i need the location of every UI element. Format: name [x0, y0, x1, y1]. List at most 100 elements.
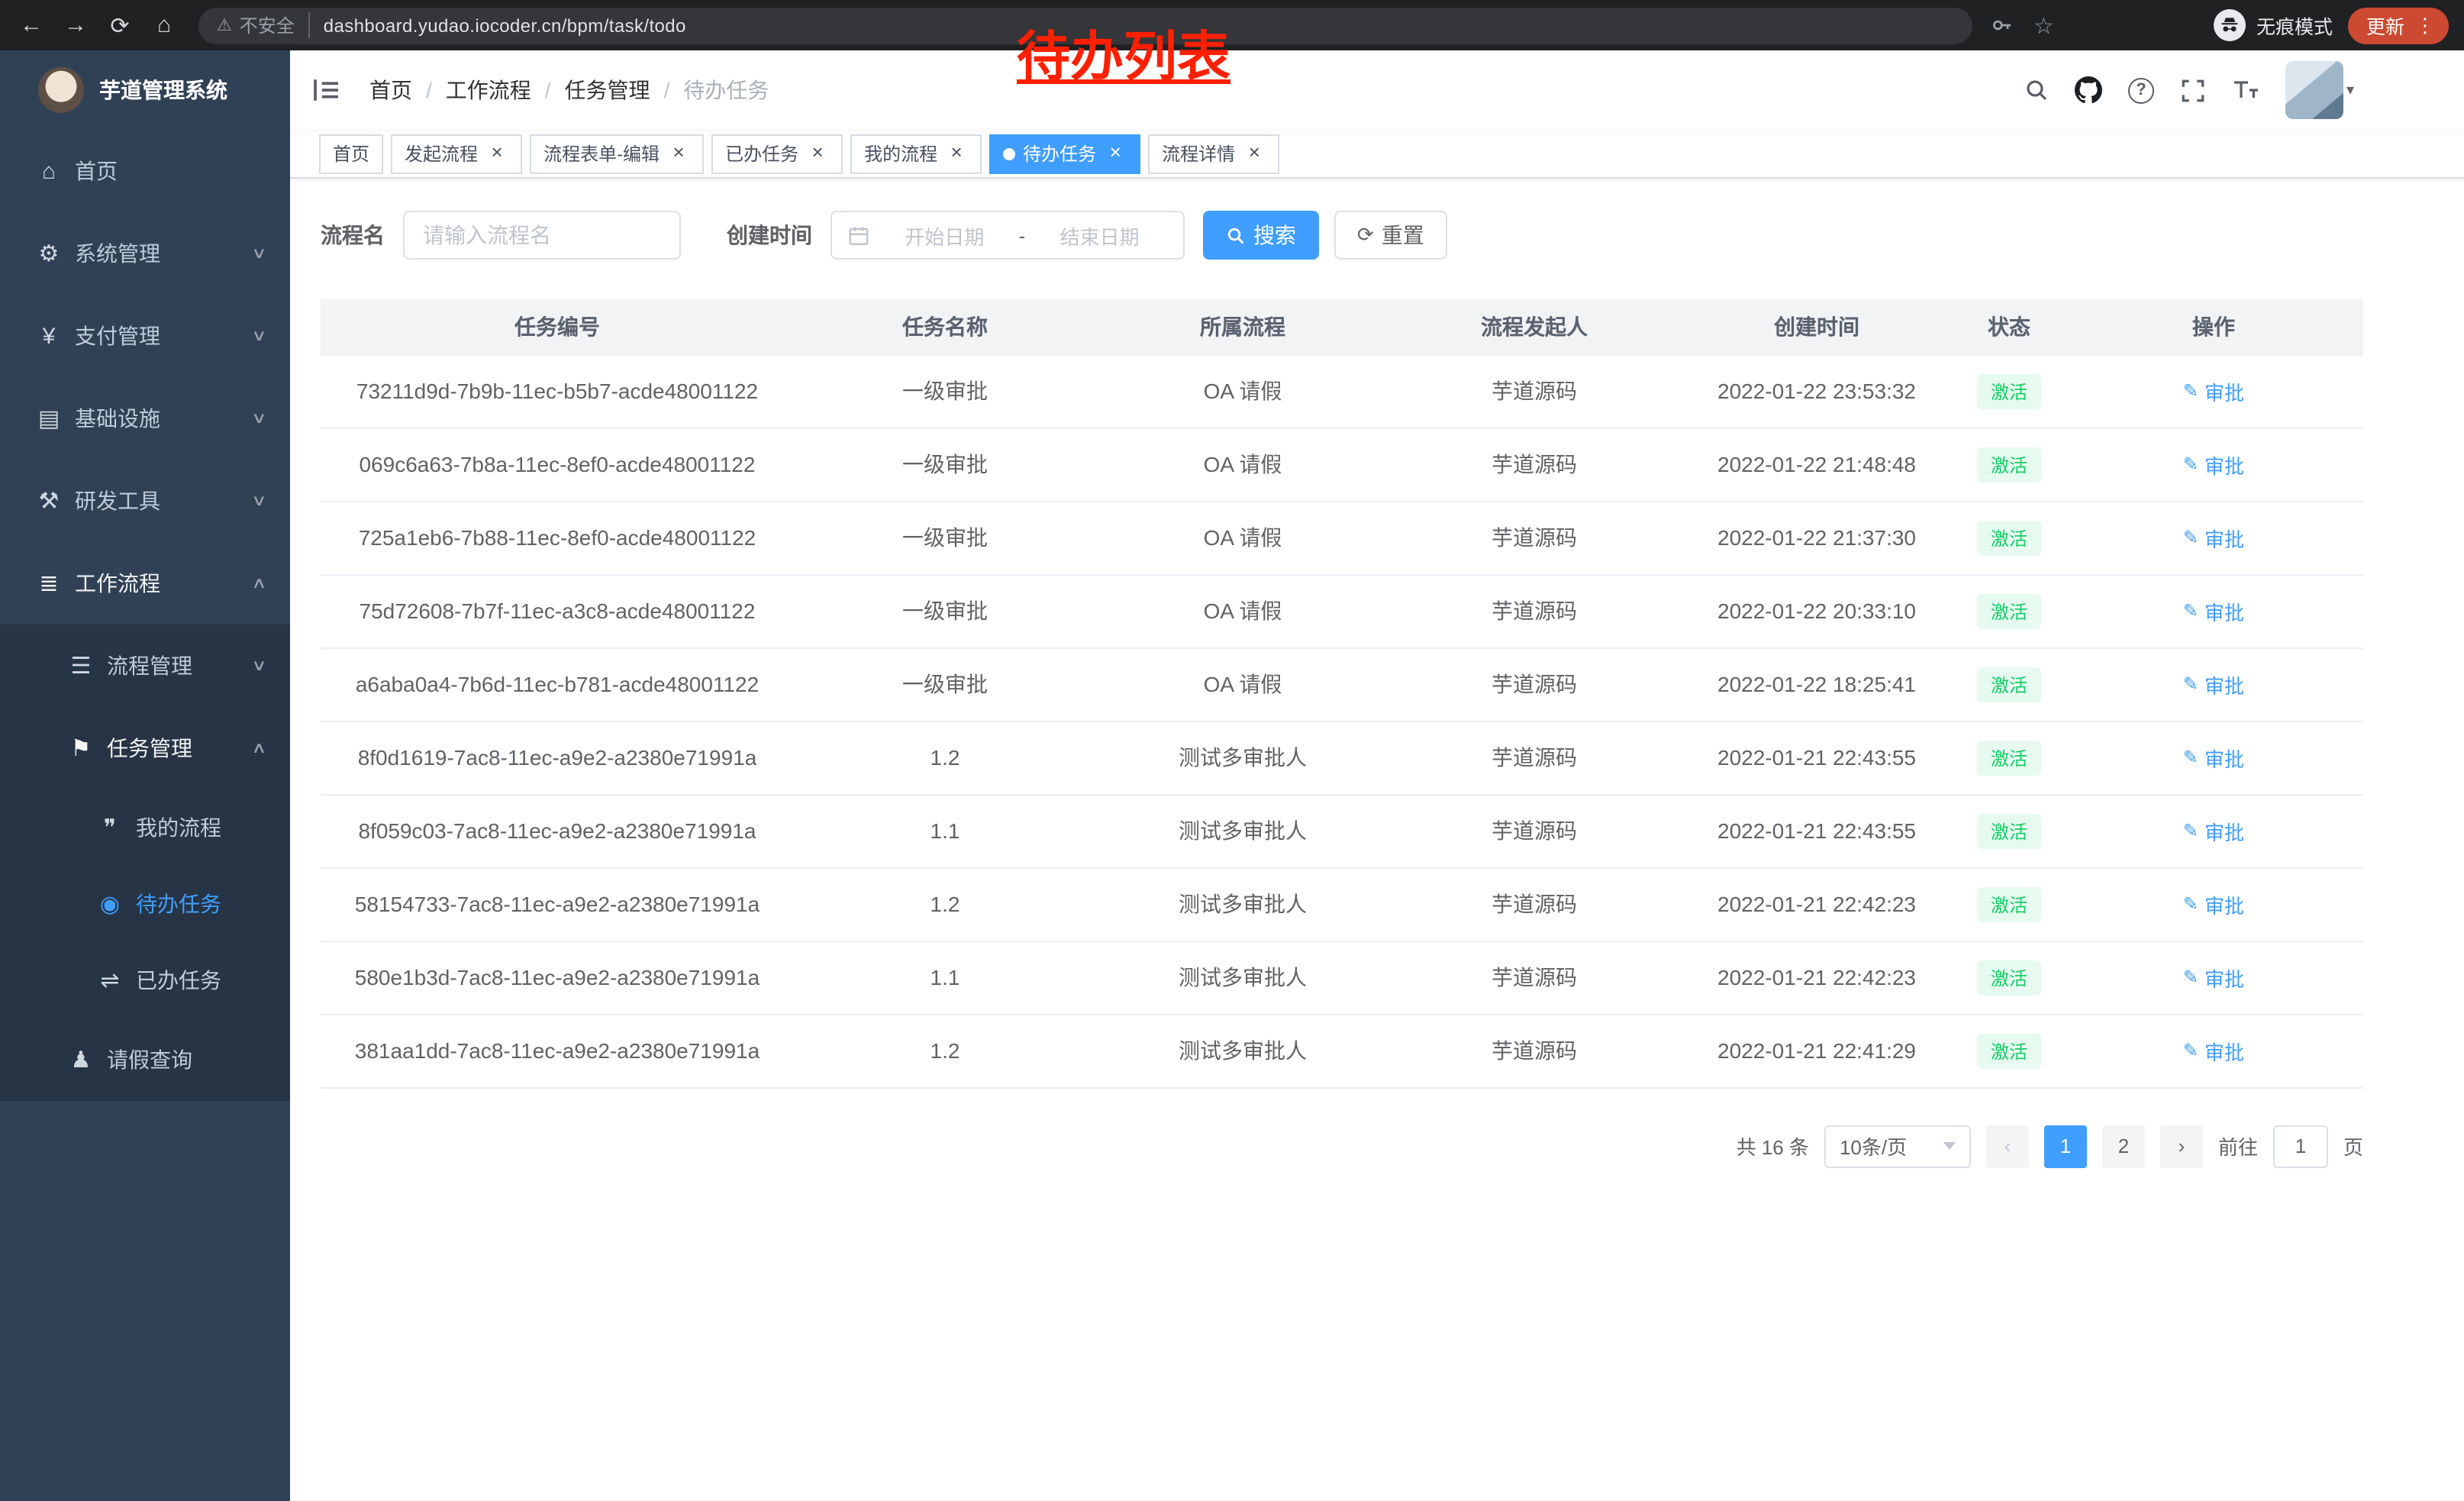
approve-link[interactable]: ✎ 审批 — [2183, 670, 2244, 699]
close-icon[interactable]: × — [1243, 142, 1266, 165]
security-chip[interactable]: ⚠ 不安全 — [217, 12, 310, 38]
page-number-button[interactable]: 1 — [2044, 1125, 2087, 1167]
table-row: 580e1b3d-7ac8-11ec-a9e2-a2380e71991a 1.1… — [321, 941, 2363, 1014]
font-size-icon[interactable] — [2232, 78, 2259, 102]
tab[interactable]: 流程详情 × — [1148, 134, 1279, 173]
approve-link[interactable]: ✎ 审批 — [2183, 889, 2244, 918]
reset-button[interactable]: ⟳ 重置 — [1334, 211, 1447, 260]
help-icon[interactable]: ? — [2128, 77, 2154, 103]
fullscreen-icon[interactable] — [2180, 77, 2206, 103]
approve-link[interactable]: ✎ 审批 — [2183, 963, 2244, 992]
column-header: 创建时间 — [1679, 299, 1954, 354]
table-row: 725a1eb6-7b88-11ec-8ef0-acde48001122 一级审… — [321, 501, 2363, 574]
bookmark-star-icon[interactable]: ☆ — [2033, 11, 2054, 39]
sidebar-item-leave-query[interactable]: ♟ 请假查询 — [0, 1018, 290, 1101]
user-avatar[interactable]: ▾ — [2285, 61, 2354, 119]
page-size-select[interactable]: 10条/页 — [1824, 1125, 1971, 1167]
approve-link[interactable]: ✎ 审批 — [2183, 450, 2244, 479]
tab[interactable]: 待办任务 × — [989, 134, 1140, 173]
breadcrumb-item: 待办任务 — [683, 75, 769, 105]
next-page-button[interactable]: › — [2160, 1125, 2203, 1167]
cell-initiator: 芋道源码 — [1389, 647, 1679, 721]
tab[interactable]: 已办任务 × — [711, 134, 843, 173]
sidebar-item-payment[interactable]: ¥ 支付管理 ∨ — [0, 295, 290, 377]
tab-bar: 首页 发起流程 × 流程表单-编辑 × 已办任务 — [290, 130, 2464, 179]
breadcrumb-item[interactable]: 工作流程 / — [446, 75, 565, 105]
tab[interactable]: 发起流程 × — [391, 134, 522, 173]
gear-icon: ⚙ — [31, 240, 67, 267]
close-icon[interactable]: × — [1104, 142, 1127, 165]
sidebar-item-home[interactable]: ⌂ 首页 — [0, 130, 290, 212]
tab-label: 发起流程 — [405, 140, 478, 166]
cell-process: 测试多审批人 — [1096, 1014, 1389, 1087]
page-number-button[interactable]: 2 — [2102, 1125, 2145, 1167]
table-row: 069c6a63-7b8a-11ec-8ef0-acde48001122 一级审… — [321, 428, 2363, 501]
collapse-sidebar-icon[interactable] — [311, 73, 345, 107]
browser-menu-dots-icon[interactable]: ⋮ — [2415, 13, 2435, 37]
cell-created: 2022-01-22 21:37:30 — [1679, 501, 1954, 574]
close-icon[interactable]: × — [806, 142, 829, 165]
approve-link[interactable]: ✎ 审批 — [2183, 816, 2244, 845]
approve-link[interactable]: ✎ 审批 — [2183, 523, 2244, 552]
cell-created: 2022-01-21 22:43:55 — [1679, 721, 1954, 794]
address-bar[interactable]: ⚠ 不安全 dashboard.yudao.iocoder.cn/bpm/tas… — [198, 7, 1972, 44]
edit-icon: ✎ — [2183, 527, 2198, 548]
cell-task-name: 一级审批 — [794, 574, 1096, 647]
sidebar-item-todo-tasks[interactable]: ◉ 待办任务 — [0, 866, 290, 942]
column-header: 流程发起人 — [1389, 299, 1679, 354]
cell-initiator: 芋道源码 — [1389, 721, 1679, 794]
goto-page-input[interactable] — [2273, 1125, 2328, 1167]
sidebar-item-process-management[interactable]: ☰ 流程管理 ∨ — [0, 625, 290, 707]
tab[interactable]: 流程表单-编辑 × — [530, 134, 704, 173]
tab[interactable]: 我的流程 × — [850, 134, 982, 173]
sidebar-item-system[interactable]: ⚙ 系统管理 ∨ — [0, 212, 290, 295]
prev-page-button[interactable]: ‹ — [1986, 1125, 2029, 1167]
security-label: 不安全 — [240, 12, 295, 38]
cell-task-id: 580e1b3d-7ac8-11ec-a9e2-a2380e71991a — [321, 941, 794, 1014]
cell-task-id: 8f0d1619-7ac8-11ec-a9e2-a2380e71991a — [321, 721, 794, 794]
screen: ← → ⟳ ⌂ ⚠ 不安全 dashboard.yudao.iocoder.cn… — [0, 0, 2464, 1501]
cell-created: 2022-01-22 20:33:10 — [1679, 574, 1954, 647]
approve-link[interactable]: ✎ 审批 — [2183, 596, 2244, 625]
incognito-label: 无痕模式 — [2256, 11, 2333, 40]
password-key-icon[interactable] — [1991, 14, 2014, 37]
sidebar-menu: ⌂ 首页 ⚙ 系统管理 ∨ ¥ 支付管理 ∨ ▤ — [0, 130, 290, 1101]
breadcrumb-item[interactable]: 首页 / — [369, 75, 446, 105]
close-icon[interactable]: × — [667, 142, 690, 165]
status-badge: 激活 — [1977, 593, 2041, 628]
edit-icon: ✎ — [2183, 747, 2198, 768]
search-button[interactable]: 搜索 — [1203, 211, 1319, 260]
breadcrumb-item[interactable]: 任务管理 / — [565, 75, 684, 105]
sidebar-item-done-tasks[interactable]: ⇌ 已办任务 — [0, 942, 290, 1018]
cell-task-id: a6aba0a4-7b6d-11ec-b781-acde48001122 — [321, 647, 794, 721]
approve-link[interactable]: ✎ 审批 — [2183, 1036, 2244, 1065]
sidebar-item-workflow[interactable]: ≣ 工作流程 ∧ — [0, 542, 290, 625]
browser-update-button[interactable]: 更新 ⋮ — [2348, 7, 2449, 44]
sidebar-item-task-management[interactable]: ⚑ 任务管理 ∧ — [0, 707, 290, 789]
browser-refresh-icon[interactable]: ⟳ — [98, 7, 142, 44]
end-date-placeholder[interactable]: 结束日期 — [1031, 221, 1168, 250]
cell-task-name: 一级审批 — [794, 354, 1096, 428]
close-icon[interactable]: × — [485, 142, 508, 165]
approve-link[interactable]: ✎ 审批 — [2183, 743, 2244, 772]
table-row: a6aba0a4-7b6d-11ec-b781-acde48001122 一级审… — [321, 647, 2363, 721]
status-badge: 激活 — [1977, 520, 2041, 555]
browser-forward-icon[interactable]: → — [53, 7, 98, 44]
tab-label: 流程详情 — [1162, 140, 1235, 166]
sidebar-item-infrastructure[interactable]: ▤ 基础设施 ∨ — [0, 377, 290, 460]
approve-link[interactable]: ✎ 审批 — [2183, 376, 2244, 405]
incognito-icon — [2214, 9, 2246, 41]
date-range-picker[interactable]: 开始日期 - 结束日期 — [830, 211, 1185, 260]
github-icon[interactable] — [2075, 76, 2102, 104]
browser-home-icon[interactable]: ⌂ — [142, 7, 186, 44]
sidebar-item-dev-tools[interactable]: ⚒ 研发工具 ∨ — [0, 460, 290, 542]
sidebar-item-my-process[interactable]: ❞ 我的流程 — [0, 789, 290, 866]
search-icon[interactable] — [2024, 78, 2049, 102]
browser-back-icon[interactable]: ← — [9, 7, 53, 44]
tab[interactable]: 首页 — [319, 134, 383, 173]
start-date-placeholder[interactable]: 开始日期 — [876, 221, 1013, 250]
app-logo[interactable]: 芋道管理系统 — [0, 50, 290, 130]
process-name-input[interactable] — [403, 211, 681, 260]
cell-initiator: 芋道源码 — [1389, 354, 1679, 428]
close-icon[interactable]: × — [945, 142, 968, 165]
